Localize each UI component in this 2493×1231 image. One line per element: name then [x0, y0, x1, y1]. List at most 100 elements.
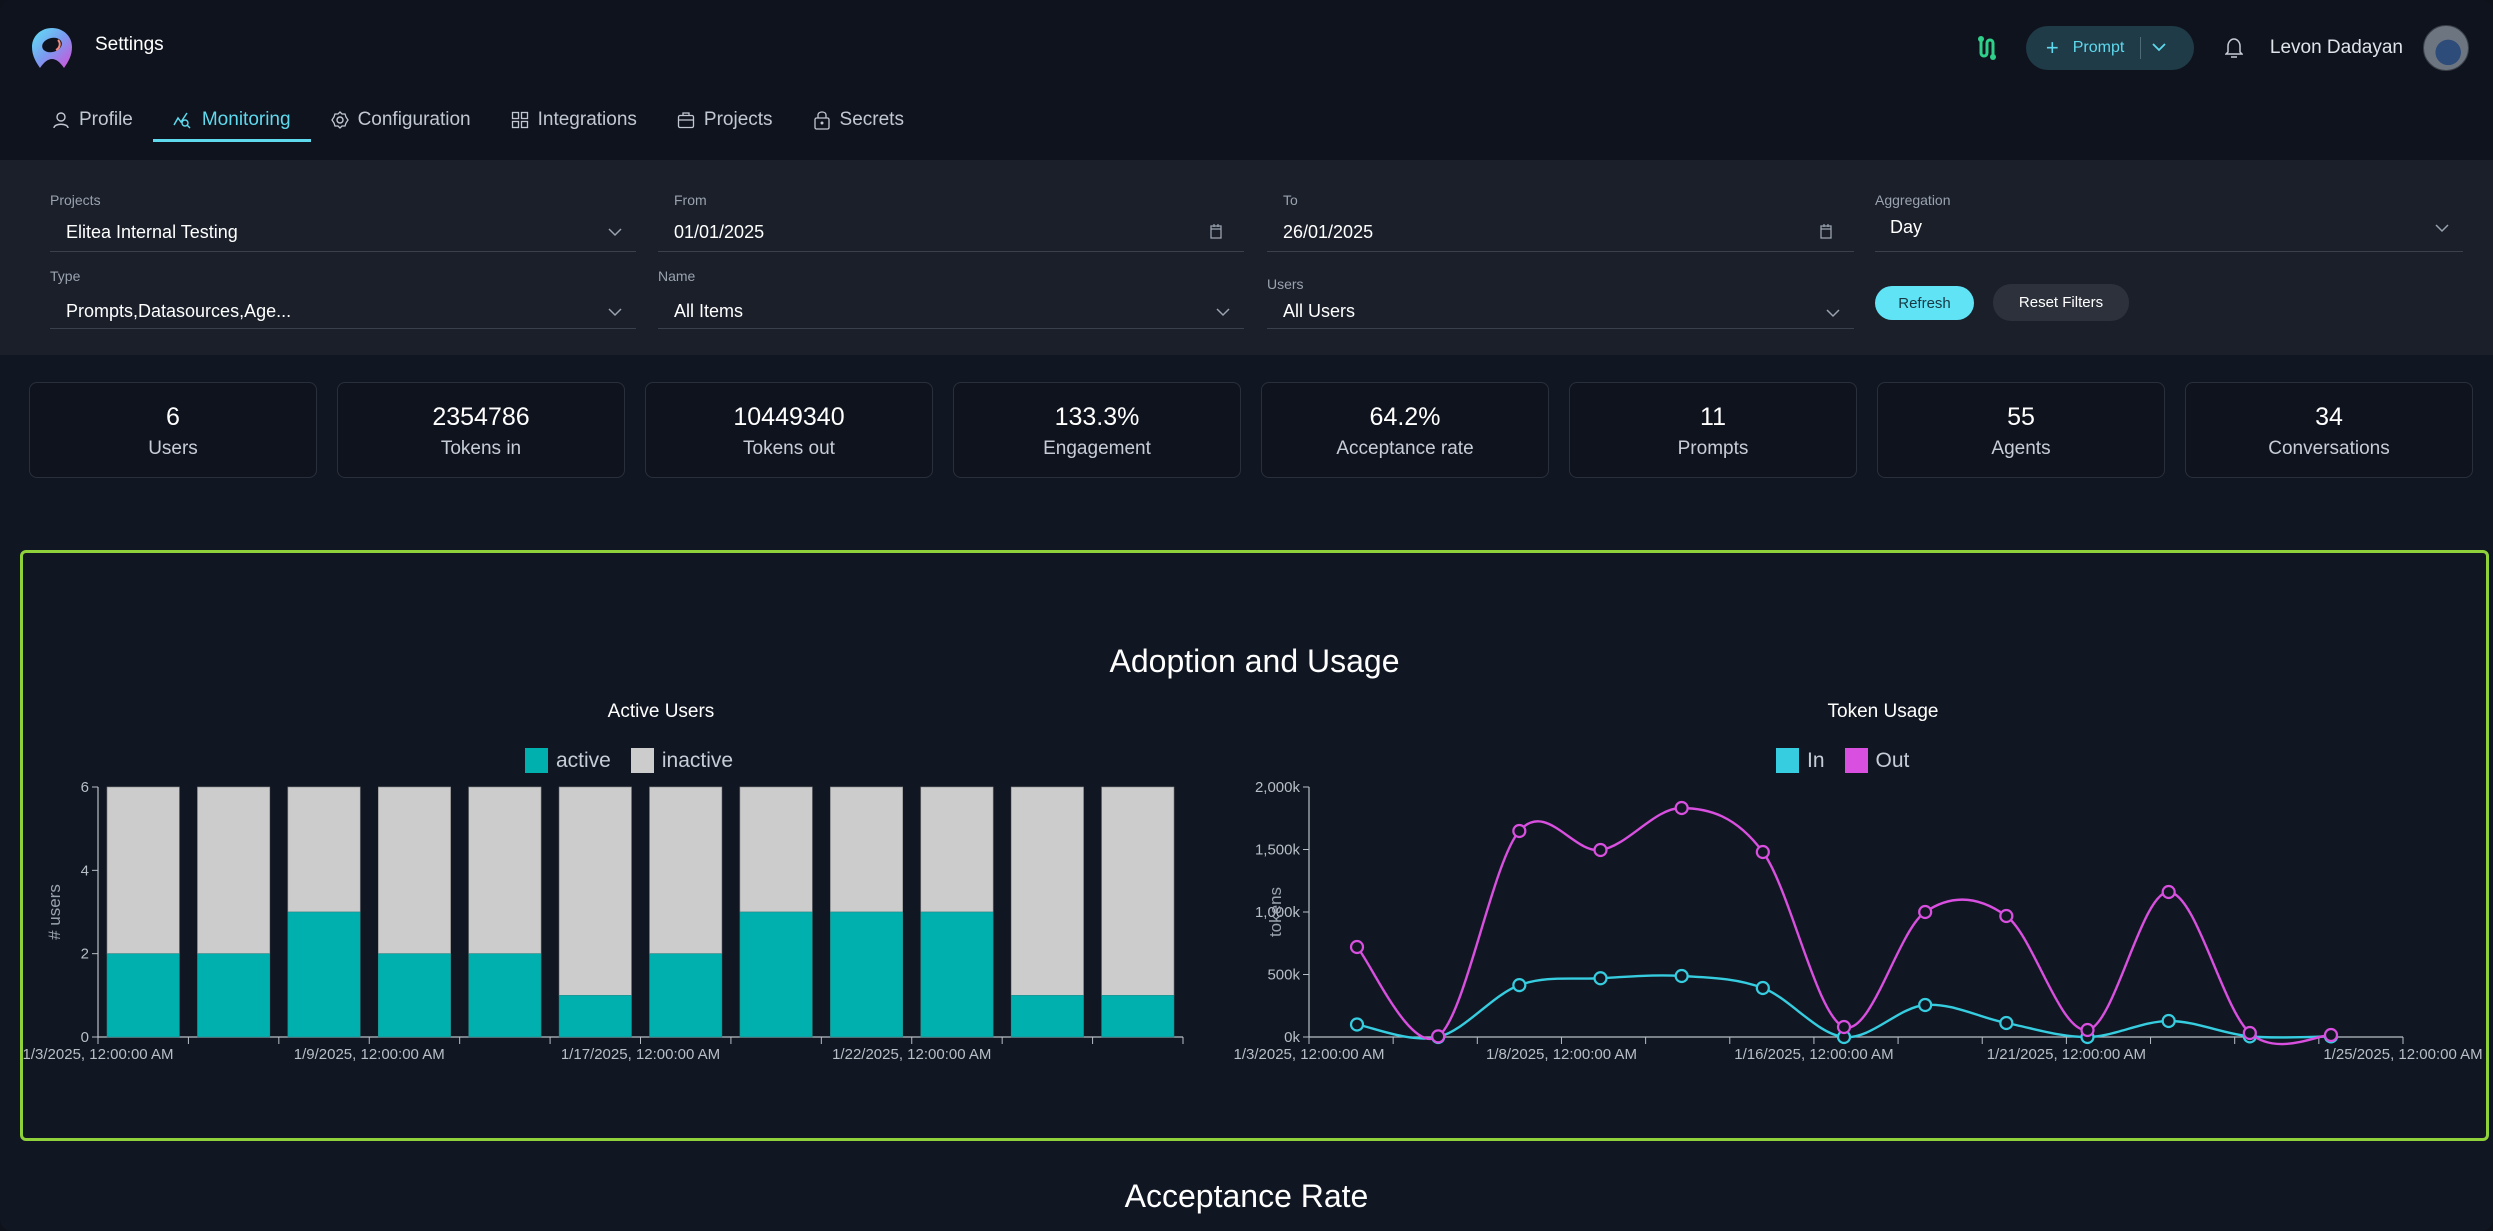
- stat-label: Users: [148, 438, 198, 459]
- projects-select[interactable]: Projects Elitea Internal Testing: [50, 192, 636, 252]
- name-value: All Items: [674, 301, 744, 321]
- tab-label: Integrations: [537, 109, 637, 130]
- briefcase-icon: [677, 112, 695, 129]
- chevron-down-icon: [608, 228, 622, 237]
- y-axis-label: tokens: [1266, 887, 1285, 937]
- aggregation-select[interactable]: Aggregation Day: [1875, 192, 2463, 252]
- user-icon: [53, 112, 69, 129]
- data-point-out: [1755, 844, 1770, 860]
- tab-configuration[interactable]: Configuration: [311, 100, 491, 140]
- data-point-out: [1512, 823, 1527, 839]
- users-value: All Users: [1283, 301, 1356, 321]
- stat-card-tokens-in: 2354786 Tokens in: [337, 382, 625, 478]
- lock-icon: [813, 111, 830, 130]
- name-select[interactable]: Name All Items: [658, 268, 1244, 329]
- to-date-field[interactable]: To 26/01/2025: [1267, 192, 1854, 252]
- tab-profile[interactable]: Profile: [30, 100, 153, 140]
- users-label: Users: [1267, 276, 1304, 292]
- monitoring-icon: [173, 112, 191, 129]
- data-point-out: [2242, 1025, 2257, 1041]
- data-point-out: [2323, 1027, 2339, 1043]
- token-usage-chart: 0k500k1,000k1,500k2,000ktokens1/3/2025, …: [1234, 779, 2483, 1063]
- data-point-out: [1836, 1019, 1852, 1035]
- data-point-in: [1999, 1015, 2014, 1031]
- stat-card-users: 6 Users: [29, 382, 317, 478]
- stat-card-conversations: 34 Conversations: [2185, 382, 2473, 478]
- elitea-logo-icon[interactable]: [30, 26, 74, 70]
- stat-label: Conversations: [2268, 438, 2390, 459]
- data-point-out: [2080, 1022, 2095, 1038]
- plus-icon: +: [2045, 35, 2059, 60]
- stats-row: 6 Users 2354786 Tokens in 10449340 Tokens o…: [29, 382, 2473, 478]
- data-point-in: [1349, 1017, 1365, 1032]
- data-point-out: [1593, 842, 1608, 858]
- field-underline: [658, 251, 1244, 252]
- settings-tabs: Profile Monitoring Configuration Integra…: [30, 100, 924, 142]
- field-underline: [1267, 328, 1854, 329]
- x-tick-label: 1/3/2025, 12:00:00 AM: [1234, 1046, 1385, 1063]
- y-tick-label: 2,000k: [1255, 779, 1301, 796]
- stat-label: Tokens in: [440, 438, 522, 459]
- tab-projects[interactable]: Projects: [657, 100, 793, 140]
- stat-card-prompts: 11 Prompts: [1569, 382, 1857, 478]
- aggregation-value: Day: [1890, 217, 1923, 237]
- data-point-out: [1431, 1029, 1446, 1044]
- stat-value: 55: [2007, 403, 2035, 431]
- stat-value: 10449340: [733, 403, 845, 431]
- reset-filters-button[interactable]: Reset Filters: [1993, 284, 2129, 321]
- users-select[interactable]: Users All Users: [1267, 276, 1854, 329]
- series-line-out: [1356, 806, 2332, 1046]
- calendar-icon[interactable]: [1820, 224, 1832, 239]
- tab-label: Secrets: [839, 109, 904, 130]
- type-select[interactable]: Type Prompts,Datasources,Age...: [50, 268, 636, 329]
- stat-label: Engagement: [1043, 438, 1151, 459]
- field-underline: [658, 328, 1244, 329]
- stat-value: 11: [1700, 403, 1726, 431]
- stat-value: 2354786: [432, 403, 530, 431]
- name-label: Name: [658, 268, 696, 284]
- type-label: Type: [50, 268, 81, 284]
- gear-icon: [330, 111, 349, 129]
- stat-label: Acceptance rate: [1336, 438, 1474, 459]
- calendar-icon[interactable]: [1210, 224, 1222, 239]
- to-value: 26/01/2025: [1283, 222, 1374, 242]
- chevron-down-icon: [1216, 308, 1230, 317]
- stat-card-agents: 55 Agents: [1877, 382, 2165, 478]
- new-prompt-button[interactable]: + Prompt: [2025, 26, 2194, 70]
- tab-secrets[interactable]: Secrets: [793, 100, 924, 140]
- chevron-down-icon: [1826, 309, 1840, 318]
- tab-integrations[interactable]: Integrations: [491, 100, 657, 140]
- bell-icon[interactable]: [2222, 36, 2246, 60]
- y-tick-label: 0k: [1284, 1029, 1300, 1046]
- user-name[interactable]: Levon Dadayan: [2270, 37, 2403, 59]
- from-value: 01/01/2025: [674, 222, 765, 242]
- chevron-down-icon[interactable]: [2151, 39, 2167, 57]
- section-title-acceptance-rate: Acceptance Rate: [1124, 1178, 1369, 1214]
- stat-value: 34: [2315, 403, 2343, 431]
- data-point-in: [1593, 971, 1608, 986]
- header: Settings + Prompt Levon Dadayan Profile …: [0, 0, 2493, 160]
- flow-icon[interactable]: [1972, 33, 2002, 63]
- stat-value: 6: [166, 403, 180, 431]
- data-point-out: [2161, 884, 2176, 900]
- data-point-out: [1918, 904, 1933, 920]
- stat-label: Agents: [1991, 438, 2051, 459]
- data-point-in: [1674, 968, 1689, 984]
- chevron-down-icon: [2435, 224, 2449, 233]
- field-underline: [50, 328, 636, 329]
- data-point-out: [1999, 908, 2014, 924]
- filters-panel: Projects Elitea Internal Testing From 01…: [0, 160, 2493, 355]
- avatar[interactable]: [2423, 25, 2469, 71]
- tab-label: Monitoring: [201, 109, 291, 130]
- data-point-out: [1674, 800, 1689, 816]
- refresh-button[interactable]: Refresh: [1875, 286, 1974, 320]
- data-point-in: [1755, 980, 1770, 996]
- projects-value: Elitea Internal Testing: [66, 222, 238, 242]
- aggregation-label: Aggregation: [1875, 192, 1951, 208]
- stat-label: Prompts: [1677, 438, 1749, 459]
- from-date-field[interactable]: From 01/01/2025: [658, 192, 1244, 252]
- field-underline: [50, 251, 636, 252]
- divider: [2140, 37, 2142, 59]
- data-point-in: [1918, 997, 1933, 1013]
- tab-monitoring[interactable]: Monitoring: [152, 100, 311, 142]
